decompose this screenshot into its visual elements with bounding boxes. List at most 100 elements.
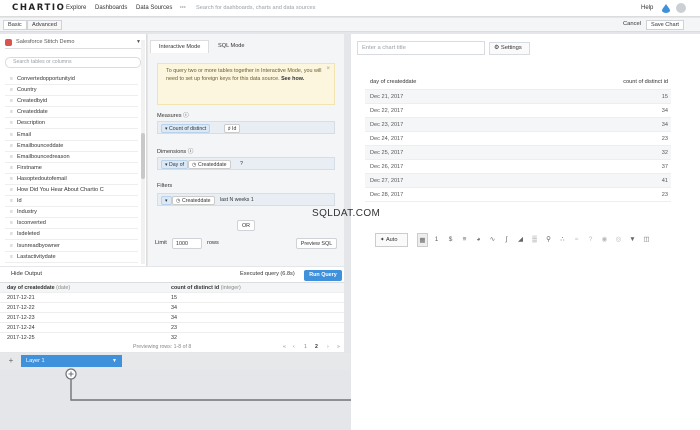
field-name: Createddate bbox=[17, 109, 48, 116]
save-chart-button[interactable]: Save Chart bbox=[646, 20, 684, 30]
global-search-input[interactable]: Search for dashboards, charts and data s… bbox=[196, 5, 315, 11]
table-cell: Dec 22, 2017 bbox=[370, 108, 404, 114]
help-icon[interactable]: ⓘ bbox=[183, 113, 189, 119]
more-menu-icon[interactable]: ··· bbox=[180, 5, 186, 11]
notification-drop-icon[interactable] bbox=[662, 4, 670, 13]
schema-field-item[interactable]: ≡ Createddate bbox=[5, 107, 138, 119]
dimensions-dropzone[interactable]: ▾ Day of ◷ Createddate ? bbox=[157, 157, 335, 170]
grid-icon[interactable]: ◫ bbox=[641, 233, 652, 247]
help-link[interactable]: Help bbox=[641, 5, 653, 11]
schema-field-item[interactable]: ≡ Description bbox=[5, 118, 138, 130]
multi-line-icon[interactable]: ∫ bbox=[501, 233, 512, 247]
single-value-icon[interactable]: 1 bbox=[431, 233, 442, 247]
limit-input[interactable]: 1000 bbox=[172, 238, 202, 249]
table-chart-icon[interactable]: ▦ bbox=[417, 233, 428, 247]
filter-value[interactable]: last N weeks 1 bbox=[217, 196, 257, 205]
filter-field-pill[interactable]: ◷ Createddate bbox=[172, 196, 215, 205]
filter-toggle[interactable]: ▾ bbox=[161, 196, 172, 205]
chartio-logo[interactable]: CHARTIO bbox=[12, 3, 65, 13]
bar-chart-icon[interactable]: ▒ bbox=[529, 233, 540, 247]
schema-field-item[interactable]: ≡ How Did You Hear About Chartio C bbox=[5, 185, 138, 196]
tab-interactive-mode[interactable]: Interactive Mode bbox=[150, 40, 210, 53]
add-layer-button[interactable]: + bbox=[6, 356, 16, 366]
sparkline-icon[interactable]: ≈ bbox=[571, 233, 582, 247]
field-name: Id bbox=[17, 198, 22, 205]
chevron-down-icon[interactable]: ▼ bbox=[112, 355, 117, 367]
layer-1-tab[interactable]: Layer 1 ▼ bbox=[21, 355, 122, 367]
auto-chart-button[interactable]: ✦ Auto bbox=[375, 233, 408, 247]
schema-field-item[interactable]: ≡ Isconverted bbox=[5, 218, 138, 230]
pie-chart-icon[interactable]: ◕ bbox=[473, 233, 484, 247]
area-chart-icon[interactable]: ◢ bbox=[515, 233, 526, 247]
table-cell: 2017-12-21 bbox=[7, 295, 35, 301]
field-type-icon: ≡ bbox=[10, 187, 13, 193]
dimension-aggregate-pill[interactable]: ▾ Day of bbox=[161, 160, 189, 169]
basic-tab[interactable]: Basic bbox=[3, 20, 27, 30]
column-header[interactable]: day of createddate bbox=[370, 74, 416, 90]
prev-page-icon[interactable]: ‹ bbox=[293, 342, 295, 352]
line-chart-icon[interactable]: ∿ bbox=[487, 233, 498, 247]
gear-icon: ⚙ bbox=[494, 45, 500, 51]
schema-search-input[interactable]: Search tables or columns bbox=[5, 57, 141, 68]
map-pin-icon[interactable]: ⚲ bbox=[543, 233, 554, 247]
see-how-link[interactable]: See how. bbox=[281, 76, 304, 82]
schema-field-item[interactable]: ≡ Hasoptedoutofemail bbox=[5, 174, 138, 185]
next-page-icon[interactable]: › bbox=[327, 342, 329, 352]
preview-sql-button[interactable]: Preview SQL bbox=[296, 238, 337, 249]
schema-field-item[interactable]: ≡ Id bbox=[5, 196, 138, 208]
help-icon[interactable]: ⓘ bbox=[188, 149, 194, 155]
dimension-field-pill[interactable]: ◷ Createddate bbox=[188, 160, 231, 169]
or-button[interactable]: OR bbox=[237, 220, 255, 231]
nav-data-sources[interactable]: Data Sources bbox=[136, 5, 172, 11]
schema-field-item[interactable]: ≡ Createdbyid bbox=[5, 96, 138, 108]
column-header[interactable]: count of distinct id (integer) bbox=[171, 283, 241, 293]
measure-aggregate-pill[interactable]: ▾ Count of distinct bbox=[161, 124, 211, 133]
close-icon[interactable]: × bbox=[326, 66, 330, 74]
filters-dropzone[interactable]: ▾ ◷ Createddate last N weeks 1 bbox=[157, 193, 335, 206]
number-change-icon[interactable]: $ bbox=[445, 233, 456, 247]
field-name: Firstname bbox=[17, 164, 42, 171]
dimension-help-icon[interactable]: ? bbox=[237, 160, 246, 169]
column-header[interactable]: count of distinct id bbox=[623, 74, 668, 90]
cancel-button[interactable]: Cancel bbox=[623, 21, 641, 27]
field-type-icon: ≡ bbox=[10, 98, 13, 105]
schema-scroll-thumb[interactable] bbox=[141, 133, 145, 179]
column-header[interactable]: day of createddate (date) bbox=[7, 283, 70, 293]
chart-title-input[interactable]: Enter a chart title bbox=[357, 41, 485, 55]
tab-sql-mode[interactable]: SQL Mode bbox=[210, 40, 253, 53]
field-type-icon: ≡ bbox=[10, 209, 13, 216]
schema-field-item[interactable]: ≡ Industry bbox=[5, 207, 138, 219]
first-page-icon[interactable]: « bbox=[283, 342, 286, 352]
page-2[interactable]: 2 bbox=[315, 342, 318, 352]
scatter-chart-icon[interactable]: ∴ bbox=[557, 233, 568, 247]
schema-field-item[interactable]: ≡ Emailbouncedreason bbox=[5, 152, 138, 163]
settings-button[interactable]: ⚙ Settings bbox=[489, 42, 530, 55]
measures-dropzone[interactable]: ▾ Count of distinct ♯ Id bbox=[157, 121, 335, 134]
page-1[interactable]: 1 bbox=[304, 342, 307, 352]
filter-icon[interactable]: ▼ bbox=[627, 233, 638, 247]
schema-field-item[interactable]: ≡ Convertedopportunityid bbox=[5, 74, 138, 85]
field-type-icon: ≡ bbox=[10, 142, 13, 149]
help-circle-icon[interactable]: ? bbox=[585, 233, 596, 247]
schema-field-item[interactable]: ≡ Email bbox=[5, 130, 138, 141]
schema-field-item[interactable]: ≡ Firstname bbox=[5, 163, 138, 174]
advanced-tab[interactable]: Advanced bbox=[27, 20, 62, 30]
table-row: Dec 26, 2017 37 bbox=[365, 160, 671, 174]
schema-field-item[interactable]: ≡ Emailbounceddate bbox=[5, 141, 138, 152]
schema-field-item[interactable]: ≡ Isdeleted bbox=[5, 229, 138, 241]
measure-field-pill[interactable]: ♯ Id bbox=[224, 124, 241, 133]
target-icon[interactable]: ◎ bbox=[613, 233, 624, 247]
schema-field-item[interactable]: ≡ Country bbox=[5, 85, 138, 97]
last-page-icon[interactable]: » bbox=[337, 342, 340, 352]
schema-field-item[interactable]: ≡ Lastactivitydate bbox=[5, 252, 138, 263]
foreign-key-notice: To query two or more tables together in … bbox=[157, 63, 335, 105]
data-source-selector[interactable]: Salesforce Stitch Demo ▼ bbox=[5, 38, 143, 49]
hide-output-button[interactable]: Hide Output bbox=[11, 271, 42, 277]
funnel-chart-icon[interactable]: ≡ bbox=[459, 233, 470, 247]
globe-icon[interactable]: ◉ bbox=[599, 233, 610, 247]
nav-dashboards[interactable]: Dashboards bbox=[95, 5, 127, 11]
run-query-button[interactable]: Run Query bbox=[304, 270, 342, 281]
nav-explore[interactable]: Explore bbox=[66, 5, 86, 11]
avatar[interactable] bbox=[676, 3, 686, 13]
schema-field-item[interactable]: ≡ Isunreadbyowner bbox=[5, 241, 138, 252]
